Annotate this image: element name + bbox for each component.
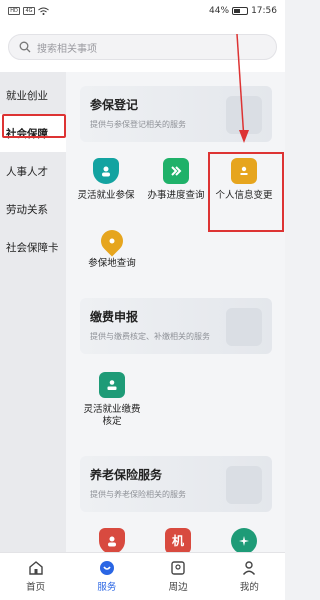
search-placeholder: 搜索相关事项 (37, 43, 97, 55)
section-payment: 缴费申报 提供与缴费核定、补缴相关的服务 (80, 298, 272, 354)
service-label: 灵活就业缴费核定 (83, 404, 141, 427)
banner-decoration-icon (226, 308, 262, 346)
tab-label: 周边 (168, 582, 188, 593)
wifi-icon (38, 7, 49, 15)
service-icon (99, 560, 115, 576)
sidebar-item-label: 就业创业 (6, 89, 48, 102)
clock: 17:56 (251, 6, 277, 16)
service-progress-query[interactable]: 办事进度查询 (144, 158, 208, 202)
tab-label: 首页 (26, 582, 46, 593)
sidebar-item-label: 社会保障卡 (6, 241, 59, 254)
service-label: 参保地查询 (88, 258, 136, 269)
tab-home[interactable]: 首页 (0, 553, 71, 600)
sidebar-item-labor-relations[interactable]: 劳动关系 (0, 190, 66, 228)
service-pension-1[interactable] (80, 528, 144, 552)
battery-percent: 44% (209, 6, 230, 16)
service-enrollment-location[interactable]: 参保地查询 (80, 225, 144, 270)
status-right: 44% 17:56 (209, 6, 277, 16)
profile-icon (241, 560, 257, 576)
signal-icon: 4G (23, 7, 35, 15)
sidebar-item-social-security-card[interactable]: 社会保障卡 (0, 228, 66, 266)
tab-profile[interactable]: 我的 (214, 553, 285, 600)
tab-nearby[interactable]: 周边 (143, 553, 214, 600)
search-area: 搜索相关事项 (0, 22, 285, 72)
service-flexible-payment[interactable]: 灵活就业缴费核定 (80, 372, 144, 428)
section-banner[interactable]: 缴费申报 提供与缴费核定、补缴相关的服务 (80, 298, 272, 354)
section-enrollment: 参保登记 提供与参保登记相关的服务 (80, 86, 272, 142)
sidebar-item-employment[interactable]: 就业创业 (0, 76, 66, 114)
section-banner[interactable]: 养老保险服务 提供与养老保险相关的服务 (80, 456, 272, 512)
banner-decoration-icon (226, 96, 262, 134)
sidebar-item-label: 人事人才 (6, 165, 48, 178)
status-left: HD 4G (8, 7, 49, 15)
location-pin-icon (96, 225, 128, 257)
sidebar-item-personnel[interactable]: 人事人才 (0, 152, 66, 190)
section-pension: 养老保险服务 提供与养老保险相关的服务 (80, 456, 272, 512)
badge-icon: 机 (165, 528, 191, 552)
sidebar-item-social-security[interactable]: 社会保障 (0, 114, 66, 152)
sidebar-item-label: 社会保障 (6, 127, 48, 140)
service-personal-info-change[interactable]: 个人信息变更 (212, 158, 276, 202)
service-content: 参保登记 提供与参保登记相关的服务 灵活就业参保 办事进度查询 个人信息变更 参… (66, 72, 285, 552)
hd-icon: HD (8, 7, 20, 15)
service-pension-2[interactable]: 机 (146, 528, 210, 552)
tab-label: 我的 (239, 582, 259, 593)
double-chevron-icon (163, 158, 189, 184)
star-icon (231, 528, 257, 552)
shield-person-icon (93, 158, 119, 184)
tab-service[interactable]: 服务 (71, 553, 142, 600)
home-icon (28, 560, 44, 576)
tab-label: 服务 (97, 582, 117, 593)
banner-decoration-icon (226, 466, 262, 504)
service-pension-3[interactable] (212, 528, 276, 552)
status-bar: HD 4G 44% 17:56 (0, 0, 285, 22)
sidebar-item-label: 劳动关系 (6, 203, 48, 216)
service-label: 灵活就业参保 (77, 190, 135, 201)
service-label: 个人信息变更 (215, 190, 273, 201)
nearby-icon (170, 560, 186, 576)
section-banner[interactable]: 参保登记 提供与参保登记相关的服务 (80, 86, 272, 142)
category-sidebar: 就业创业 社会保障 人事人才 劳动关系 社会保障卡 (0, 72, 66, 552)
search-input[interactable]: 搜索相关事项 (8, 34, 277, 60)
badge-text: 机 (171, 534, 184, 548)
shield-person-icon (99, 528, 125, 552)
service-flexible-enroll[interactable]: 灵活就业参保 (74, 158, 138, 202)
service-label: 办事进度查询 (147, 190, 205, 201)
bottom-nav: 首页 服务 周边 我的 (0, 552, 285, 600)
id-card-icon (231, 158, 257, 184)
person-card-icon (99, 372, 125, 398)
search-icon (19, 41, 31, 53)
battery-icon (232, 7, 249, 15)
